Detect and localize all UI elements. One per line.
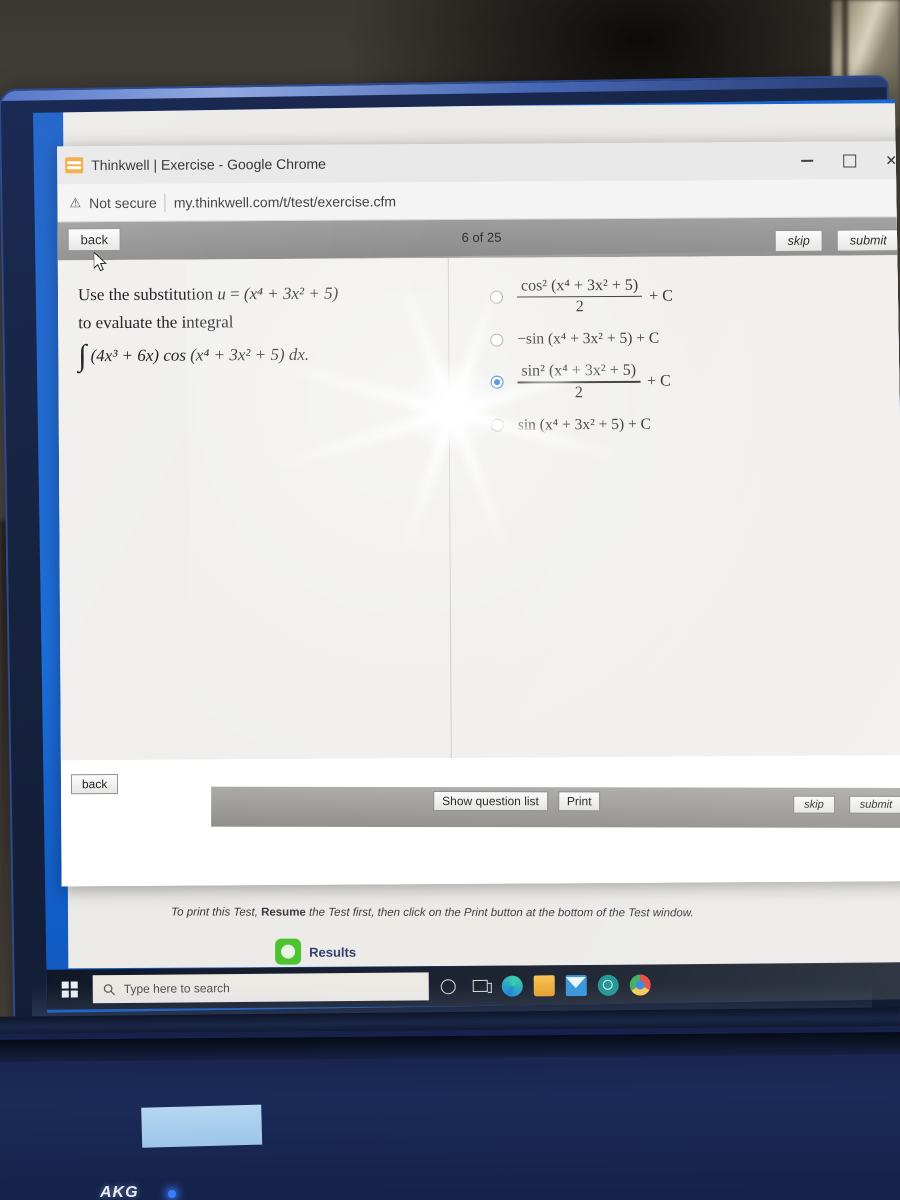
task-view-icon[interactable] — [467, 973, 493, 999]
search-app-icon[interactable] — [595, 972, 621, 998]
file-explorer-icon[interactable] — [531, 972, 557, 998]
prompt-variable: u — [217, 284, 226, 304]
results-title: Results — [309, 944, 357, 960]
answer-options-panel: skip submit cos² (x⁴ + 3x² + 5) 2 + C −s… — [448, 229, 900, 758]
cortana-icon[interactable] — [435, 973, 461, 999]
address-bar[interactable]: ⚠ Not secure my.thinkwell.com/t/test/exe… — [57, 179, 900, 223]
close-icon[interactable]: ✕ — [883, 152, 899, 168]
mail-icon[interactable] — [563, 972, 589, 998]
laptop: ormula mber Comp he end o cs of Integra … — [0, 77, 900, 1200]
chrome-title-bar[interactable]: Thinkwell | Exercise - Google Chrome ✕ — [57, 141, 900, 185]
mouse-cursor-icon — [93, 252, 107, 272]
back-button-top[interactable]: back — [67, 227, 122, 252]
prompt-expression: (x⁴ + 3x² + 5) — [243, 283, 339, 304]
answer-option-c[interactable]: sin² (x⁴ + 3x² + 5) 2 + C — [490, 360, 900, 402]
toolbar-center-buttons: Show question list Print — [433, 791, 601, 812]
print-instructions: To print this Test, Resume the Test firs… — [171, 906, 694, 919]
option-a-numerator: cos² (x⁴ + 3x² + 5) — [520, 276, 639, 295]
answer-option-d[interactable]: sin (x⁴ + 3x² + 5) + C — [490, 414, 900, 435]
results-header: Results — [275, 938, 357, 965]
security-label: Not secure — [89, 194, 157, 211]
laptop-base — [0, 1026, 900, 1200]
answer-option-a[interactable]: cos² (x⁴ + 3x² + 5) 2 + C — [489, 275, 900, 317]
power-led-indicator — [168, 1190, 176, 1198]
question-actions: skip submit — [774, 229, 900, 252]
print-note-after: the Test first, then click on the Print … — [305, 906, 694, 920]
question-body: Use the substitution u = (x⁴ + 3x² + 5) … — [57, 229, 900, 761]
minimize-icon[interactable] — [799, 153, 815, 169]
show-question-list-button[interactable]: Show question list — [433, 791, 548, 812]
maximize-icon[interactable] — [841, 152, 857, 168]
option-c-denominator: 2 — [574, 383, 583, 401]
answer-option-b[interactable]: −sin (x⁴ + 3x² + 5) + C — [490, 328, 900, 349]
option-a-content: cos² (x⁴ + 3x² + 5) 2 + C — [517, 277, 673, 317]
submit-button-bottom[interactable]: submit — [848, 795, 900, 814]
option-a-fraction: cos² (x⁴ + 3x² + 5) 2 — [517, 276, 643, 317]
question-prompt-panel: Use the substitution u = (x⁴ + 3x² + 5) … — [58, 258, 451, 760]
toolbar-right-buttons: skip submit — [793, 795, 900, 814]
option-b-text: −sin (x⁴ + 3x² + 5) + C — [517, 329, 660, 348]
search-input[interactable]: Type here to search — [92, 972, 429, 1004]
prompt-integral: ∫ (4x³ + 6x) cos (x⁴ + 3x² + 5) dx. — [78, 339, 430, 373]
option-c-numerator: sin² (x⁴ + 3x² + 5) — [521, 362, 637, 380]
radio-option-b[interactable] — [490, 333, 504, 347]
window-title: Thinkwell | Exercise - Google Chrome — [91, 155, 326, 174]
prompt-equals: = — [225, 284, 244, 304]
print-note-before: To print this Test, — [171, 906, 262, 919]
windows-start-icon[interactable] — [53, 972, 87, 1006]
skip-button-top[interactable]: skip — [774, 229, 823, 252]
divider — [164, 193, 166, 212]
chrome-window: Thinkwell | Exercise - Google Chrome ✕ ⚠… — [57, 141, 900, 887]
option-c-suffix: + C — [647, 372, 671, 390]
radio-option-c[interactable] — [490, 376, 504, 390]
exercise-footer: back Show question list Print skip submi… — [60, 755, 900, 887]
back-button-bottom[interactable]: back — [70, 773, 119, 795]
option-c-content: sin² (x⁴ + 3x² + 5) 2 + C — [517, 362, 671, 402]
submit-button-top[interactable]: submit — [836, 229, 900, 252]
chrome-icon[interactable] — [627, 971, 653, 997]
print-note-resume: Resume — [261, 906, 306, 919]
prompt-line-1: Use the substitution u = (x⁴ + 3x² + 5) — [78, 280, 430, 308]
prompt-text-a: Use the substitution — [77, 284, 218, 305]
warning-triangle-icon: ⚠ — [69, 194, 82, 210]
integral-sign-icon: ∫ — [78, 339, 87, 373]
base-sticker — [141, 1104, 263, 1148]
option-c-fraction: sin² (x⁴ + 3x² + 5) 2 — [517, 362, 641, 402]
url-text[interactable]: my.thinkwell.com/t/test/exercise.cfm — [174, 193, 396, 210]
print-button[interactable]: Print — [557, 791, 601, 812]
radio-option-a[interactable] — [489, 290, 504, 304]
option-a-denominator: 2 — [575, 298, 584, 316]
radio-option-d[interactable] — [490, 418, 504, 432]
option-d-text: sin (x⁴ + 3x² + 5) + C — [517, 415, 652, 434]
integrand-text: (4x³ + 6x) cos (x⁴ + 3x² + 5) dx. — [90, 344, 310, 366]
search-placeholder: Type here to search — [123, 981, 230, 997]
window-controls: ✕ — [799, 141, 900, 180]
test-toolbar: Show question list Print skip submit — [211, 786, 900, 828]
edge-icon[interactable] — [499, 973, 525, 999]
akg-brand-label: AKG — [100, 1184, 139, 1200]
thinkwell-logo-icon — [65, 157, 84, 174]
option-a-suffix: + C — [649, 287, 673, 305]
base-front-edge — [0, 1032, 900, 1063]
prompt-line-2: to evaluate the integral — [78, 312, 234, 333]
skip-button-bottom[interactable]: skip — [793, 795, 835, 814]
green-circle-icon — [275, 938, 302, 965]
exercise-content: 6 of 25 back Use the substitution u = (x… — [57, 217, 900, 887]
laptop-screen: ormula mber Comp he end o cs of Integra … — [32, 99, 900, 1013]
question-counter: 6 of 25 — [461, 229, 502, 245]
search-icon — [103, 983, 115, 995]
